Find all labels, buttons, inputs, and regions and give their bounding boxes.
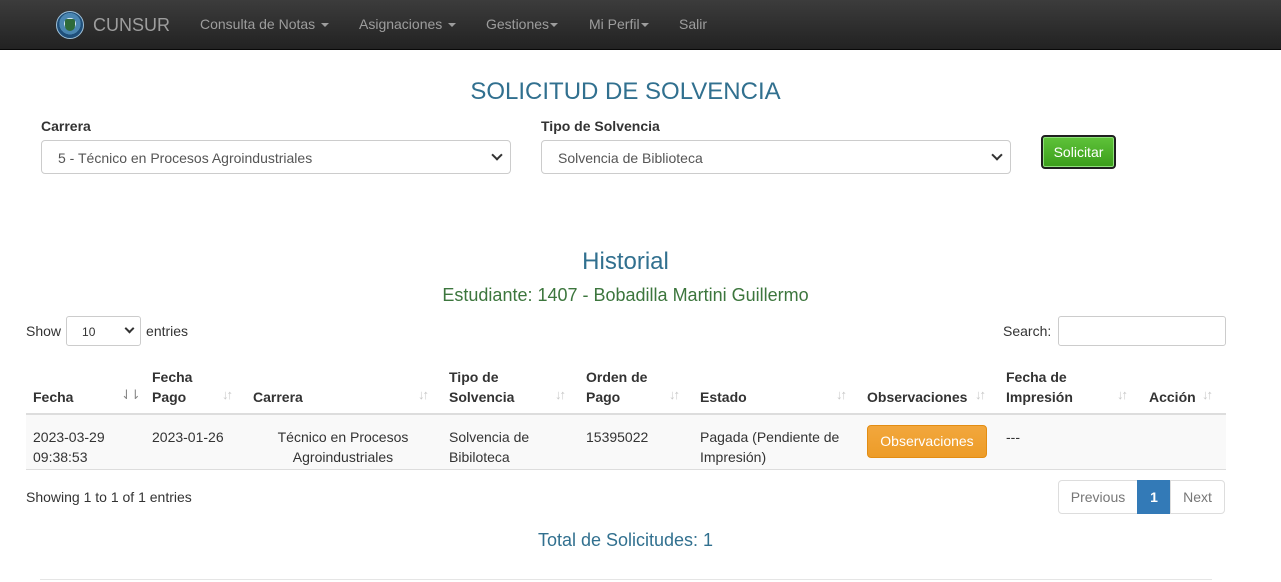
nav-gestiones-label: Gestiones	[486, 16, 550, 32]
chevron-down-icon	[491, 149, 503, 161]
chevron-down-icon	[124, 323, 135, 334]
nav-asignaciones-label: Asignaciones	[359, 16, 443, 32]
university-seal-icon	[56, 11, 84, 39]
col-header-estado[interactable]: Estado	[700, 387, 747, 407]
pagination-next[interactable]: Next	[1170, 480, 1225, 514]
sort-icon[interactable]: ↓↑	[1117, 387, 1128, 402]
entries-label: entries	[146, 323, 189, 339]
chevron-down-icon	[321, 23, 330, 28]
col-header-fecha[interactable]: Fecha	[33, 387, 73, 407]
sort-icon[interactable]: ↓↑	[418, 387, 429, 402]
entries-length-value: 10	[82, 325, 96, 339]
table-length-control: Show 10 entries	[26, 316, 188, 346]
table-row: 2023-03-29 09:38:53 2023-01-26 Técnico en…	[26, 415, 1226, 470]
cell-tipo-line1: Solvencia de	[449, 429, 530, 445]
col-header-orden-line2: Pago	[586, 389, 621, 405]
col-header-orden-line1: Orden de	[586, 369, 648, 385]
top-navbar: CUNSUR Consulta de Notas Asignaciones Ge…	[0, 0, 1281, 50]
cell-fecha-impresion: ---	[1006, 429, 1020, 445]
col-header-tipo-line2: Solvencia	[449, 389, 515, 405]
nav-mi-perfil-label: Mi Perfil	[589, 16, 640, 32]
search-input[interactable]	[1058, 316, 1226, 346]
cell-estado: Pagada (Pendiente de Impresión)	[700, 427, 839, 467]
col-header-fecha-pago-line1: Fecha	[152, 369, 193, 385]
col-header-impresion-line1: Fecha de	[1006, 369, 1067, 385]
tipo-solvencia-select-value: Solvencia de Biblioteca	[558, 150, 703, 166]
tipo-solvencia-label: Tipo de Solvencia	[541, 118, 660, 134]
col-header-observaciones[interactable]: Observaciones	[867, 387, 967, 407]
search-label: Search:	[1003, 323, 1052, 339]
cell-fecha-date: 2023-03-29	[33, 429, 105, 445]
col-header-carrera[interactable]: Carrera	[253, 387, 303, 407]
cell-fecha: 2023-03-29 09:38:53	[33, 427, 105, 467]
col-header-fecha-pago-line2: Pago	[152, 389, 187, 405]
sort-icon[interactable]: ↓↑	[669, 387, 680, 402]
cell-carrera-line1: Técnico en Procesos	[277, 429, 409, 445]
sort-icon[interactable]: ↓↑	[836, 387, 847, 402]
nav-mi-perfil[interactable]: Mi Perfil	[589, 16, 649, 32]
cell-carrera-line2: Agroindustriales	[292, 449, 394, 465]
col-header-tipo-line1: Tipo de	[449, 369, 499, 385]
nav-consulta-notas[interactable]: Consulta de Notas	[200, 16, 330, 32]
carrera-label: Carrera	[41, 118, 91, 134]
historial-table: Fecha ⇃⇂ Fecha Pago ↓↑ Carrera ↓↑ Tipo de…	[26, 360, 1226, 470]
sort-icon[interactable]: ↓↑	[222, 387, 233, 402]
brand-link[interactable]: CUNSUR	[56, 11, 170, 39]
col-header-tipo-solvencia[interactable]: Tipo de Solvencia	[449, 367, 514, 407]
cell-fecha-time: 09:38:53	[33, 449, 88, 465]
chevron-down-icon	[448, 23, 457, 28]
col-header-orden-pago[interactable]: Orden de Pago	[586, 367, 647, 407]
cell-estado-line1: Pagada (Pendiente de	[700, 429, 840, 445]
sort-ascending-icon[interactable]: ⇃⇂	[121, 387, 141, 403]
cell-fecha-pago: 2023-01-26	[152, 429, 224, 445]
cell-carrera: Técnico en Procesos Agroindustriales	[253, 427, 433, 467]
nav-gestiones[interactable]: Gestiones	[486, 16, 559, 32]
sort-icon[interactable]: ↓↑	[1202, 387, 1213, 402]
carrera-select[interactable]: 5 - Técnico en Procesos Agroindustriales	[41, 140, 511, 174]
sort-icon[interactable]: ↓↑	[975, 387, 986, 402]
col-header-fecha-impresion[interactable]: Fecha de Impresión	[1006, 367, 1073, 407]
table-header-row: Fecha ⇃⇂ Fecha Pago ↓↑ Carrera ↓↑ Tipo de…	[26, 360, 1226, 415]
chevron-down-icon	[550, 23, 559, 28]
col-header-impresion-line2: Impresión	[1006, 389, 1073, 405]
page-title: SOLICITUD DE SOLVENCIA	[470, 78, 781, 105]
brand-name: CUNSUR	[93, 14, 171, 35]
divider	[40, 579, 1212, 580]
student-info: Estudiante: 1407 - Bobadilla Martini Gui…	[442, 285, 809, 305]
nav-consulta-notas-label: Consulta de Notas	[200, 16, 316, 32]
entries-length-select[interactable]: 10	[66, 316, 142, 346]
nav-salir-label: Salir	[679, 16, 708, 32]
sort-icon[interactable]: ↓↑	[555, 387, 566, 402]
cell-tipo-line2: Bibiloteca	[449, 449, 510, 465]
nav-asignaciones[interactable]: Asignaciones	[359, 16, 457, 32]
cell-tipo-solvencia: Solvencia de Bibiloteca	[449, 427, 529, 467]
historial-heading: Historial	[582, 248, 669, 275]
show-label: Show	[26, 323, 62, 339]
cell-estado-line2: Impresión)	[700, 449, 767, 465]
pagination-previous[interactable]: Previous	[1058, 480, 1138, 514]
chevron-down-icon	[640, 23, 649, 28]
table-info: Showing 1 to 1 of 1 entries	[26, 489, 192, 505]
cell-orden-pago: 15395022	[586, 429, 649, 445]
observaciones-button[interactable]: Observaciones	[867, 425, 987, 458]
carrera-select-value: 5 - Técnico en Procesos Agroindustriales	[58, 150, 313, 166]
solicitar-button[interactable]: Solicitar	[1041, 135, 1116, 169]
total-solicitudes: Total de Solicitudes: 1	[537, 530, 714, 550]
col-header-accion[interactable]: Acción	[1149, 387, 1196, 407]
tipo-solvencia-select[interactable]: Solvencia de Biblioteca	[541, 140, 1011, 174]
col-header-fecha-pago[interactable]: Fecha Pago	[152, 367, 192, 407]
pagination: Previous 1 Next	[1058, 480, 1225, 514]
chevron-down-icon	[991, 149, 1003, 161]
pagination-page-1[interactable]: 1	[1137, 480, 1171, 514]
nav-salir[interactable]: Salir	[679, 16, 707, 32]
